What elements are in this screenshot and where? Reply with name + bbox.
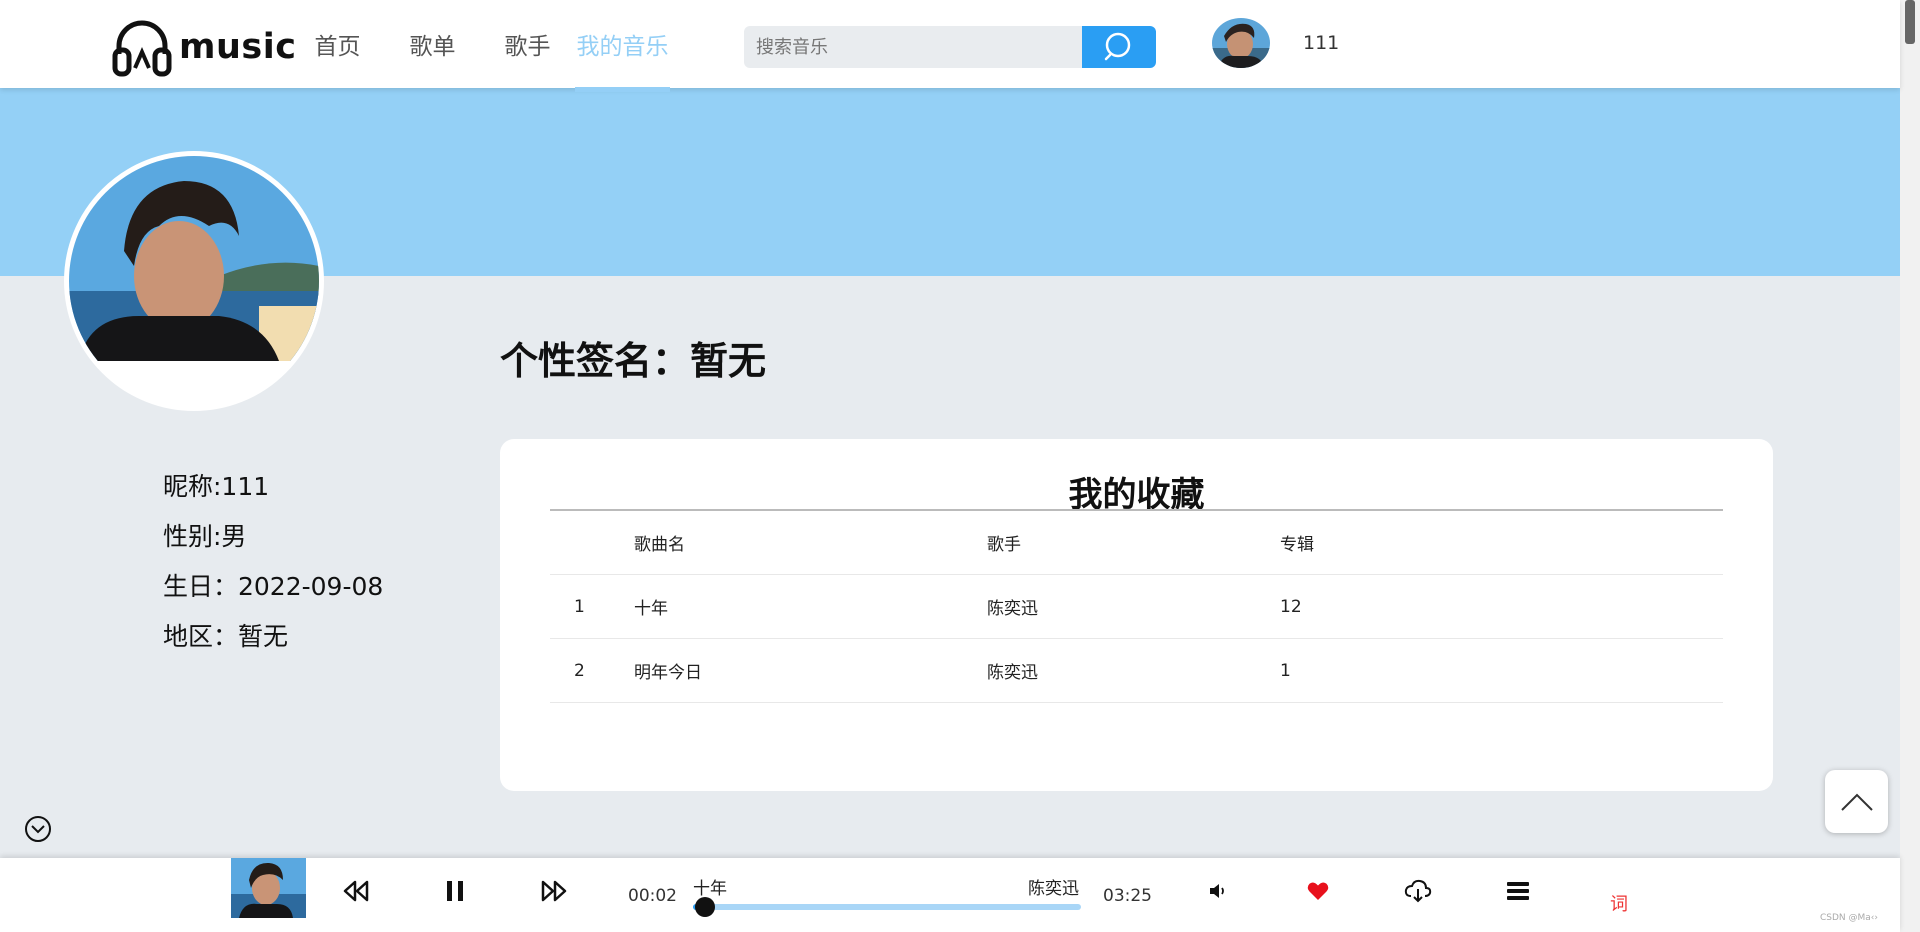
row-singer: 陈奕迅	[987, 663, 1038, 683]
header-avatar[interactable]	[1212, 18, 1270, 68]
row-album: 1	[1280, 660, 1291, 681]
profile-gender: 性别:男	[163, 522, 247, 551]
header-username[interactable]: 111	[1303, 32, 1339, 54]
column-header-singer: 歌手	[987, 535, 1021, 555]
menu-icon	[1507, 882, 1529, 900]
watermark: CSDN @Ma‹›	[1820, 913, 1878, 923]
search-bar	[744, 26, 1156, 68]
search-icon	[1104, 32, 1131, 61]
rewind-icon	[343, 880, 369, 902]
table-header-row: 歌曲名 歌手 专辑	[550, 511, 1723, 575]
main-nav: 首页 歌单 歌手 我的音乐	[290, 0, 670, 92]
row-index: 1	[574, 596, 585, 617]
fast-forward-icon	[541, 880, 567, 902]
nav-playlists[interactable]: 歌单	[385, 0, 480, 88]
logo-text: music	[179, 27, 297, 67]
row-index: 2	[574, 660, 585, 681]
row-song-name[interactable]: 明年今日	[634, 658, 987, 683]
column-header-album: 专辑	[1280, 535, 1314, 555]
profile-avatar	[64, 151, 324, 411]
heart-icon	[1307, 882, 1329, 900]
column-header-song-name: 歌曲名	[634, 535, 685, 555]
table-row[interactable]: 2 明年今日 陈奕迅 1	[550, 639, 1723, 703]
pause-icon	[447, 881, 463, 901]
profile-info: 昵称:111 性别:男 生日：2022-09-08 地区：暂无	[163, 462, 383, 662]
favorite-button[interactable]	[1303, 876, 1333, 906]
progress-knob[interactable]	[694, 897, 715, 917]
profile-nickname: 昵称:111	[163, 472, 270, 501]
favorites-table: 歌曲名 歌手 专辑 1 十年 陈奕迅 12 2 明年今日 陈奕迅 1	[550, 511, 1723, 703]
search-input[interactable]	[744, 26, 1082, 68]
lyrics-button[interactable]: 词	[1610, 890, 1628, 916]
nav-singers[interactable]: 歌手	[480, 0, 575, 88]
player-bar: 00:02 十年 陈奕迅 03:25 词 CSDN @Ma‹›	[0, 858, 1900, 932]
player-song-artist: 陈奕迅	[1028, 879, 1079, 899]
player-cover[interactable]	[231, 858, 306, 918]
progress-bar[interactable]	[693, 897, 1081, 917]
search-button[interactable]	[1082, 26, 1156, 68]
row-song-name[interactable]: 十年	[634, 594, 987, 619]
avatar-photo-icon	[69, 156, 319, 406]
back-to-top-button[interactable]	[1825, 770, 1888, 833]
logo[interactable]: music	[111, 17, 296, 77]
headphones-icon	[112, 20, 172, 77]
row-singer: 陈奕迅	[987, 599, 1038, 619]
current-time: 00:02	[628, 886, 677, 906]
volume-icon	[1210, 884, 1224, 898]
chevron-up-icon	[1840, 793, 1873, 811]
top-header: music 首页 歌单 歌手 我的音乐 111	[0, 0, 1900, 92]
profile-birthday: 生日：2022-09-08	[163, 572, 384, 601]
album-cover-icon	[231, 858, 306, 918]
previous-button[interactable]	[341, 876, 371, 906]
favorites-card: 我的收藏 歌曲名 歌手 专辑 1 十年 陈奕迅 12 2 明年今日 陈奕迅 1	[500, 439, 1773, 791]
next-button[interactable]	[539, 876, 569, 906]
playlist-button[interactable]	[1503, 876, 1533, 906]
nav-home[interactable]: 首页	[290, 0, 385, 88]
volume-button[interactable]	[1204, 876, 1234, 906]
table-row[interactable]: 1 十年 陈奕迅 12	[550, 575, 1723, 639]
nav-my-music[interactable]: 我的音乐	[575, 0, 670, 92]
pause-button[interactable]	[440, 876, 470, 906]
scrollbar-thumb[interactable]	[1905, 0, 1915, 44]
download-button[interactable]	[1403, 876, 1433, 906]
cloud-download-icon	[1404, 879, 1432, 903]
total-time: 03:25	[1103, 886, 1152, 906]
page-scrollbar[interactable]	[1900, 0, 1920, 932]
profile-signature: 个性签名：暂无	[500, 339, 767, 383]
profile-region: 地区：暂无	[163, 622, 289, 651]
row-album: 12	[1280, 596, 1302, 617]
player-song-title: 十年	[693, 879, 727, 899]
avatar-photo-icon	[1212, 18, 1270, 68]
collapse-player-button[interactable]	[24, 815, 52, 843]
